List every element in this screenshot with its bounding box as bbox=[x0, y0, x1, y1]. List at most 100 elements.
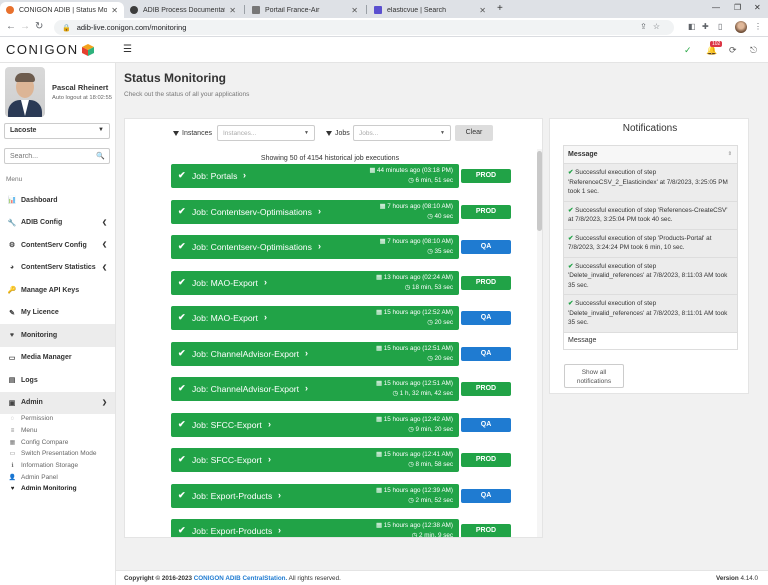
scrollbar-thumb[interactable] bbox=[537, 151, 542, 231]
clock-icon: ◷ bbox=[408, 177, 416, 184]
job-row[interactable]: ✔ Job: SFCC-Export › ▦ 15 hours ago (12:41 … bbox=[171, 448, 459, 472]
search-input[interactable] bbox=[4, 148, 110, 164]
sidebar-item-permission[interactable]: ◌ Permission bbox=[0, 413, 115, 425]
jobs-panel: Instances Instances... ▼ Jobs Jobs... ▼ … bbox=[124, 118, 543, 538]
environment-badge[interactable]: PROD bbox=[461, 382, 511, 396]
sidebar-item-media-manager[interactable]: ▭ Media Manager bbox=[0, 347, 115, 370]
chevron-right-icon[interactable]: › bbox=[278, 525, 281, 535]
environment-badge[interactable]: QA bbox=[461, 346, 511, 361]
chevron-right-icon[interactable]: › bbox=[264, 312, 267, 322]
environment-badge[interactable]: PROD bbox=[461, 204, 511, 219]
conigon-logo[interactable]: CONIGON bbox=[6, 42, 94, 57]
chevron-right-icon[interactable]: › bbox=[278, 490, 281, 500]
close-window-icon[interactable]: ✕ bbox=[754, 3, 761, 12]
chevron-right-icon[interactable]: › bbox=[305, 383, 308, 393]
extension-icon[interactable]: ◧ bbox=[688, 22, 696, 31]
reload-icon[interactable]: ↻ bbox=[35, 21, 43, 32]
chevron-right-icon[interactable]: › bbox=[268, 419, 271, 429]
close-tab-icon[interactable]: ✕ bbox=[229, 6, 236, 15]
job-time: ▦ 15 hours ago (12:52 AM) bbox=[375, 309, 453, 316]
job-name: Job: Contentserv-Optimisations bbox=[192, 242, 312, 252]
chevron-right-icon[interactable]: › bbox=[243, 170, 246, 180]
refresh-icon[interactable]: ⟳ bbox=[729, 45, 737, 56]
show-all-notifications-button[interactable]: Show all notifications bbox=[564, 364, 624, 388]
instances-select[interactable]: Instances... ▼ bbox=[217, 125, 315, 141]
job-row[interactable]: ✔ Job: Export-Products › ▦ 15 hours ago (12… bbox=[171, 519, 459, 537]
chevron-down-icon: ❯ bbox=[101, 399, 107, 406]
job-duration: ◷ 6 min, 51 sec bbox=[408, 177, 453, 184]
sidebar-item-my-licence[interactable]: ✎ My Licence bbox=[0, 302, 115, 325]
chevron-right-icon[interactable]: › bbox=[264, 277, 267, 287]
chevron-right-icon[interactable]: › bbox=[318, 206, 321, 216]
logout-icon[interactable]: ⎋ bbox=[750, 45, 757, 56]
chevron-right-icon[interactable]: › bbox=[268, 454, 271, 464]
environment-badge[interactable]: QA bbox=[461, 311, 511, 325]
sidebar-item-monitoring[interactable]: ♥ Monitoring bbox=[0, 324, 115, 347]
bell-icon[interactable]: 🔔 102 bbox=[706, 41, 723, 56]
new-tab-icon[interactable]: + bbox=[497, 3, 503, 14]
sidebar-item-admin-monitoring[interactable]: ♥ Admin Monitoring bbox=[0, 483, 115, 495]
check-icon: ✔ bbox=[178, 312, 186, 322]
environment-badge[interactable]: QA bbox=[461, 488, 511, 503]
sidebar-item-menu[interactable]: ≡ Menu bbox=[0, 425, 115, 437]
job-row[interactable]: ✔ Job: Portals › ▦ 44 minutes ago (03:18 PM… bbox=[171, 164, 459, 188]
environment-badge[interactable]: PROD bbox=[461, 524, 511, 537]
message-column-header[interactable]: Message ⇕ bbox=[564, 146, 737, 164]
close-tab-icon[interactable]: ✕ bbox=[111, 6, 118, 15]
browser-tab-status-monitor[interactable]: CONIGON ADIB | Status Monitor ✕ bbox=[0, 2, 124, 18]
sidebar-item-api-keys[interactable]: 🔑 Manage API Keys bbox=[0, 279, 115, 302]
browser-tab-elasticvue[interactable]: elasticvue | Search ✕ bbox=[368, 2, 492, 18]
sidebar-item-presentation-mode[interactable]: ▭ Switch Presentation Mode bbox=[0, 448, 115, 460]
hamburger-menu-icon[interactable]: ☰ bbox=[123, 44, 132, 55]
environment-badge[interactable]: QA bbox=[461, 240, 511, 254]
jobs-scrollbar[interactable] bbox=[537, 149, 542, 537]
chevron-down-icon: ▼ bbox=[304, 130, 309, 136]
job-row[interactable]: ✔ Job: Export-Products › ▦ 15 hours ago (12… bbox=[171, 483, 459, 508]
job-time: ▦ 13 hours ago (02:24 AM) bbox=[375, 273, 453, 281]
url-input[interactable]: 🔒 adib-live.conigon.com/monitoring ⇪☆ bbox=[54, 20, 674, 35]
job-row[interactable]: ✔ Job: Contentserv-Optimisations › ▦ 7 hour… bbox=[171, 235, 459, 259]
brand-link[interactable]: CONIGON ADIB CentralStation. bbox=[194, 575, 288, 582]
clear-button[interactable]: Clear bbox=[455, 125, 493, 141]
sidebar-item-config-compare[interactable]: ▦ Config Compare bbox=[0, 436, 115, 448]
sidebar-item-admin[interactable]: ▣ Admin ❯ bbox=[0, 391, 115, 414]
heartbeat-icon: ♥ bbox=[10, 485, 15, 492]
jobs-select[interactable]: Jobs... ▼ bbox=[353, 125, 451, 141]
job-row[interactable]: ✔ Job: SFCC-Export › ▦ 15 hours ago (12:42 … bbox=[171, 412, 459, 437]
browser-tab-process-docs[interactable]: ADIB Process Documentation ✕ bbox=[124, 2, 242, 18]
chevron-right-icon[interactable]: › bbox=[305, 348, 308, 358]
search-icon[interactable]: 🔍 bbox=[96, 152, 105, 160]
puzzle-icon[interactable]: ✚ bbox=[702, 22, 709, 31]
sidebar-item-contentserv-statistics[interactable]: ◕ ContentServ Statistics ❮ bbox=[0, 257, 115, 280]
chevron-right-icon[interactable]: › bbox=[318, 241, 321, 251]
sidebar-item-logs[interactable]: ▤ Logs bbox=[0, 369, 115, 392]
tenant-select[interactable]: Lacoste ▼ bbox=[4, 123, 110, 139]
back-icon[interactable]: ← bbox=[6, 21, 16, 32]
sidebar-item-information-storage[interactable]: ℹ Information Storage bbox=[0, 460, 115, 472]
close-tab-icon[interactable]: ✕ bbox=[351, 6, 358, 15]
environment-badge[interactable]: QA bbox=[461, 417, 511, 432]
job-row[interactable]: ✔ Job: Contentserv-Optimisations › ▦ 7 hour… bbox=[171, 199, 459, 224]
browser-tab-france-air[interactable]: Portail France-Air ✕ bbox=[246, 2, 364, 18]
sidebar-item-admin-panel[interactable]: 👤 Admin Panel bbox=[0, 471, 115, 483]
sidebar-item-contentserv-config[interactable]: ⚙ ContentServ Config ❮ bbox=[0, 234, 115, 257]
environment-badge[interactable]: PROD bbox=[461, 169, 511, 183]
sidebar-item-adib-config[interactable]: 🔧 ADIB Config ❮ bbox=[0, 212, 115, 235]
close-tab-icon[interactable]: ✕ bbox=[479, 6, 486, 15]
environment-badge[interactable]: PROD bbox=[461, 275, 511, 290]
share-star-icons[interactable]: ⇪☆ bbox=[640, 22, 666, 31]
sidebar-icon[interactable]: ▯ bbox=[718, 22, 722, 31]
sidebar-item-dashboard[interactable]: 📊 Dashboard bbox=[0, 189, 115, 212]
browser-profile-avatar[interactable] bbox=[735, 21, 747, 33]
job-row[interactable]: ✔ Job: MAO-Export › ▦ 13 hours ago (02:24 A… bbox=[171, 270, 459, 295]
kebab-menu-icon[interactable]: ⋮ bbox=[754, 22, 762, 31]
minimize-icon[interactable]: — bbox=[712, 3, 720, 12]
job-time: ▦ 15 hours ago (12:51 AM) bbox=[375, 380, 453, 387]
maximize-icon[interactable]: ❐ bbox=[734, 3, 741, 12]
status-ok-icon[interactable]: ✓ bbox=[684, 45, 692, 56]
environment-badge[interactable]: PROD bbox=[461, 453, 511, 467]
job-row[interactable]: ✔ Job: MAO-Export › ▦ 15 hours ago (12:52 A… bbox=[171, 306, 459, 330]
forward-icon[interactable]: → bbox=[20, 21, 30, 32]
job-row[interactable]: ✔ Job: ChannelAdvisor-Export › ▦ 15 hours a… bbox=[171, 341, 459, 366]
job-row[interactable]: ✔ Job: ChannelAdvisor-Export › ▦ 15 hours a… bbox=[171, 377, 459, 401]
